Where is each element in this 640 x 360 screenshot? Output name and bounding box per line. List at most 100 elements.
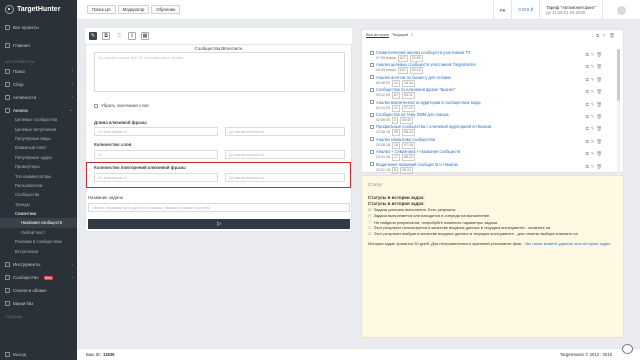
sidebar-item-community[interactable]: Сообщество New › [0,273,77,283]
run-task-button[interactable]: ▷ [88,219,350,229]
sidebar-sub-communities[interactable]: Сообщества [0,190,77,199]
trash-icon[interactable]: 🗑 [596,52,602,58]
copy-icon[interactable]: ⧉ [586,64,589,70]
copy-icon[interactable]: ⧉ [586,89,589,95]
sidebar-sub-mutual-reply[interactable]: Взаимный ответ [0,143,77,152]
history-item-checkbox[interactable] [370,62,374,67]
learning-button[interactable]: Обучение [151,5,181,14]
copy-icon[interactable]: ⧉ [102,32,110,40]
history-item-title[interactable]: Анализ целевых сообществ участников Targ… [376,62,476,67]
tab-all-history[interactable]: Вся история [366,32,389,38]
history-item-checkbox[interactable] [370,124,374,129]
sidebar-sub-semantics[interactable]: Семантика [0,209,77,218]
user-avatar-cell[interactable] [602,0,640,20]
copy-icon[interactable]: ⧉ [586,77,589,83]
tab-current[interactable]: Текущий [392,32,408,37]
sidebar-sub-trends[interactable]: Тренды [0,200,77,209]
sidebar-item-cloud-lists[interactable]: Списки в облаке [0,286,77,296]
history-item[interactable]: Сообщества по ключевой фразе "Бизнес" 04:… [370,87,602,100]
trash-icon[interactable]: 🗑 [596,126,602,132]
sidebar-sub-popular-views[interactable]: Популярные виды [0,134,77,143]
history-item-title[interactable]: Выделение названий сообществ и тематик [376,162,458,167]
tariff-info[interactable]: Тариф "Автомониторинг" до 11:28:01 04.20… [539,0,602,20]
history-item[interactable]: Анализ целевых сообществ участников Targ… [370,62,602,75]
history-item-title[interactable]: Анализ + Семантика + Названия сообществ [376,149,460,154]
vk-communities-textarea[interactable]: По одной ссылке или ID сообщества в стро… [94,52,345,92]
trash-icon[interactable]: 🗑 [596,114,602,120]
history-item-checkbox[interactable] [370,112,374,117]
history-item[interactable]: Анализ агентов по бизнесу для головок 04:… [370,75,602,87]
trash-icon[interactable]: 🗑 [596,64,602,70]
find-audience-button[interactable]: Поиск ЦА [87,5,116,14]
sidebar-sub-any-text[interactable]: Любой текст [0,228,77,237]
sidebar-sub-top-commenters[interactable]: Топ комментаторы [0,171,77,180]
scrollbar-thumb[interactable] [617,49,620,101]
sidebar-item-base-tags[interactable]: Бирки баз [0,299,77,309]
table-icon[interactable]: ▦ [141,32,149,40]
edit-icon[interactable]: ✎ [591,126,595,132]
remove-endings-checkbox[interactable] [94,103,98,108]
phrase-length-max-input[interactable]: До (включительно) [225,127,345,136]
edit-icon[interactable]: ✎ [591,164,595,170]
history-item-title[interactable]: Семантический анализ сообществ участнико… [376,50,471,55]
history-item[interactable]: Профильные сообщества с ключевой аудитор… [370,124,602,137]
balance[interactable]: 0 010 ₽ [511,0,539,20]
edit-icon[interactable]: ✎ [591,102,595,108]
copy-icon[interactable]: ⧉ [586,114,589,120]
sidebar-sub-community-names[interactable]: Названия сообществ [0,218,77,228]
upload-icon[interactable]: ⇪ [128,32,136,40]
task-name-input[interactable]: Любое название для удобного поиска. Можн… [88,203,350,212]
brand-logo[interactable]: TargetHunter [0,0,77,19]
avatar[interactable] [617,5,626,15]
lock-icon[interactable]: ⚿ [115,32,123,40]
trash-icon[interactable]: 🗑 [609,33,615,39]
sidebar-sub-target-communities[interactable]: Целевые сообщества [0,115,77,124]
history-item-title[interactable]: Сообщества по ключевой фразе "Бизнес" [376,87,455,92]
sidebar-sub-joins[interactable]: Вступления [0,246,77,255]
edit-icon[interactable]: ✎ [602,33,606,39]
sidebar-item-tools[interactable]: Инструменты › [0,260,77,270]
history-item[interactable]: Анализ вовлеченности аудитории в сообщес… [370,100,602,112]
chat-icon[interactable] [622,344,633,354]
trash-icon[interactable]: 🗑 [596,164,602,170]
sidebar-exit[interactable]: Выход [0,348,77,360]
copy-icon[interactable]: ⧉ [586,151,589,157]
trash-icon[interactable]: 🗑 [596,102,602,108]
word-count-max-input[interactable]: До (включительно) [225,150,345,159]
remove-endings-row[interactable]: Убрать окончания слов [94,103,149,108]
edit-icon[interactable]: ✎ [89,32,97,40]
trash-icon[interactable]: 🗑 [596,89,602,95]
copy-icon[interactable]: ⧉ [586,52,589,58]
copy-icon[interactable]: ⧉ [586,164,589,170]
sidebar-item-all-projects[interactable]: Все проекты [0,22,77,32]
history-item-checkbox[interactable] [370,162,374,167]
clear-history-link[interactable]: Вы также можете удалить всю историю зада… [525,241,611,246]
history-item-checkbox[interactable] [370,87,374,92]
edit-icon[interactable]: ✎ [591,77,595,83]
edit-icon[interactable]: ✎ [591,139,595,145]
trash-icon[interactable]: 🗑 [596,139,602,145]
trash-icon[interactable]: 🗑 [596,151,602,157]
history-item[interactable]: Семантический анализ сообществ участнико… [370,50,602,62]
sidebar-sub-promoters[interactable]: Промоутеры [0,162,77,171]
sidebar-sub-target-joins[interactable]: Целевые вступления [0,124,77,133]
history-item-checkbox[interactable] [370,75,374,80]
history-item[interactable]: Анализ семантики сообщества 22:08 18 18 07:… [370,137,602,149]
history-item-checkbox[interactable] [370,50,374,55]
sidebar-sub-community-ads[interactable]: Реклама в сообществах [0,237,77,246]
history-item[interactable]: Сообщества на тему SMM для поиска 02:08 0… [370,112,602,124]
sidebar-item-analysis[interactable]: Анализ ⌄ [0,105,77,115]
phrase-length-min-input[interactable]: От (минимум 2) [94,127,218,136]
copy-icon[interactable]: ⧉ [596,33,599,39]
edit-icon[interactable]: ✎ [591,151,595,157]
edit-icon[interactable]: ✎ [591,114,595,120]
word-count-min-input[interactable]: От [94,150,218,159]
trash-icon[interactable]: 🗑 [596,77,602,83]
edit-icon[interactable]: ✎ [591,52,595,58]
sidebar-item-home[interactable]: Главная [0,40,77,50]
history-item[interactable]: Анализ + Семантика + Названия сообществ 2… [370,149,602,162]
history-item-checkbox[interactable] [370,100,374,105]
currency-selector[interactable]: РК [493,0,511,20]
history-item-checkbox[interactable] [370,149,374,154]
sidebar-item-search[interactable]: Поиск › [0,66,77,76]
